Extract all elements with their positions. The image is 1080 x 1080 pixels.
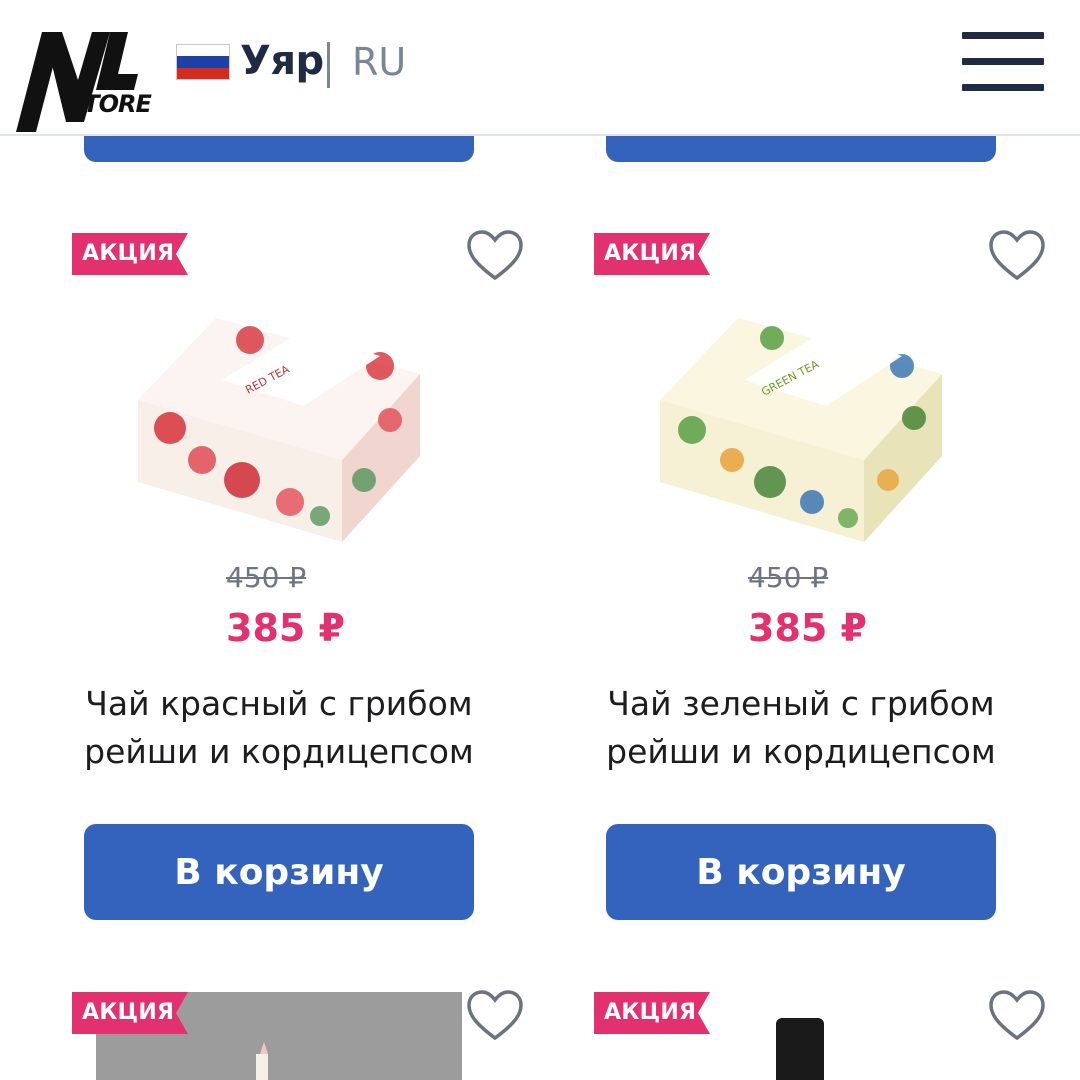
nl-store-logo[interactable]: STORE [14,2,152,134]
city-selector[interactable]: Уяр [240,38,324,84]
language-selector[interactable]: RU [352,40,406,84]
sale-badge: АКЦИЯ [594,992,710,1034]
add-to-cart-button[interactable]: В корзину [606,824,996,920]
favorite-heart-icon[interactable] [988,230,1046,282]
sale-badge: АКЦИЯ [72,233,188,275]
add-to-cart-button[interactable]: В корзину [84,824,474,920]
favorite-heart-icon[interactable] [466,990,524,1042]
favorite-heart-icon[interactable] [988,990,1046,1042]
sale-badge: АКЦИЯ [594,233,710,275]
old-price: 450 ₽ [226,561,307,594]
sale-price: 385 ₽ [226,606,345,650]
site-header: STORE Уяр RU [0,0,1080,136]
green-tea-box-image: GREEN TEA [660,318,942,542]
header-divider [327,42,330,88]
product-title[interactable]: Чай зеленый с грибом рейши и кордицепсом [586,680,1016,776]
favorite-heart-icon[interactable] [466,230,524,282]
product-image-partial [776,1018,824,1080]
old-price: 450 ₽ [748,561,829,594]
sale-price: 385 ₽ [748,606,867,650]
sale-badge: АКЦИЯ [72,992,188,1034]
russia-flag-icon [176,44,230,80]
hamburger-menu-icon[interactable] [962,32,1044,92]
logo-store-text: STORE [67,90,152,118]
red-tea-box-image: RED TEA [138,318,420,542]
product-title[interactable]: Чай красный с грибом рейши и кордицепсом [64,680,494,776]
